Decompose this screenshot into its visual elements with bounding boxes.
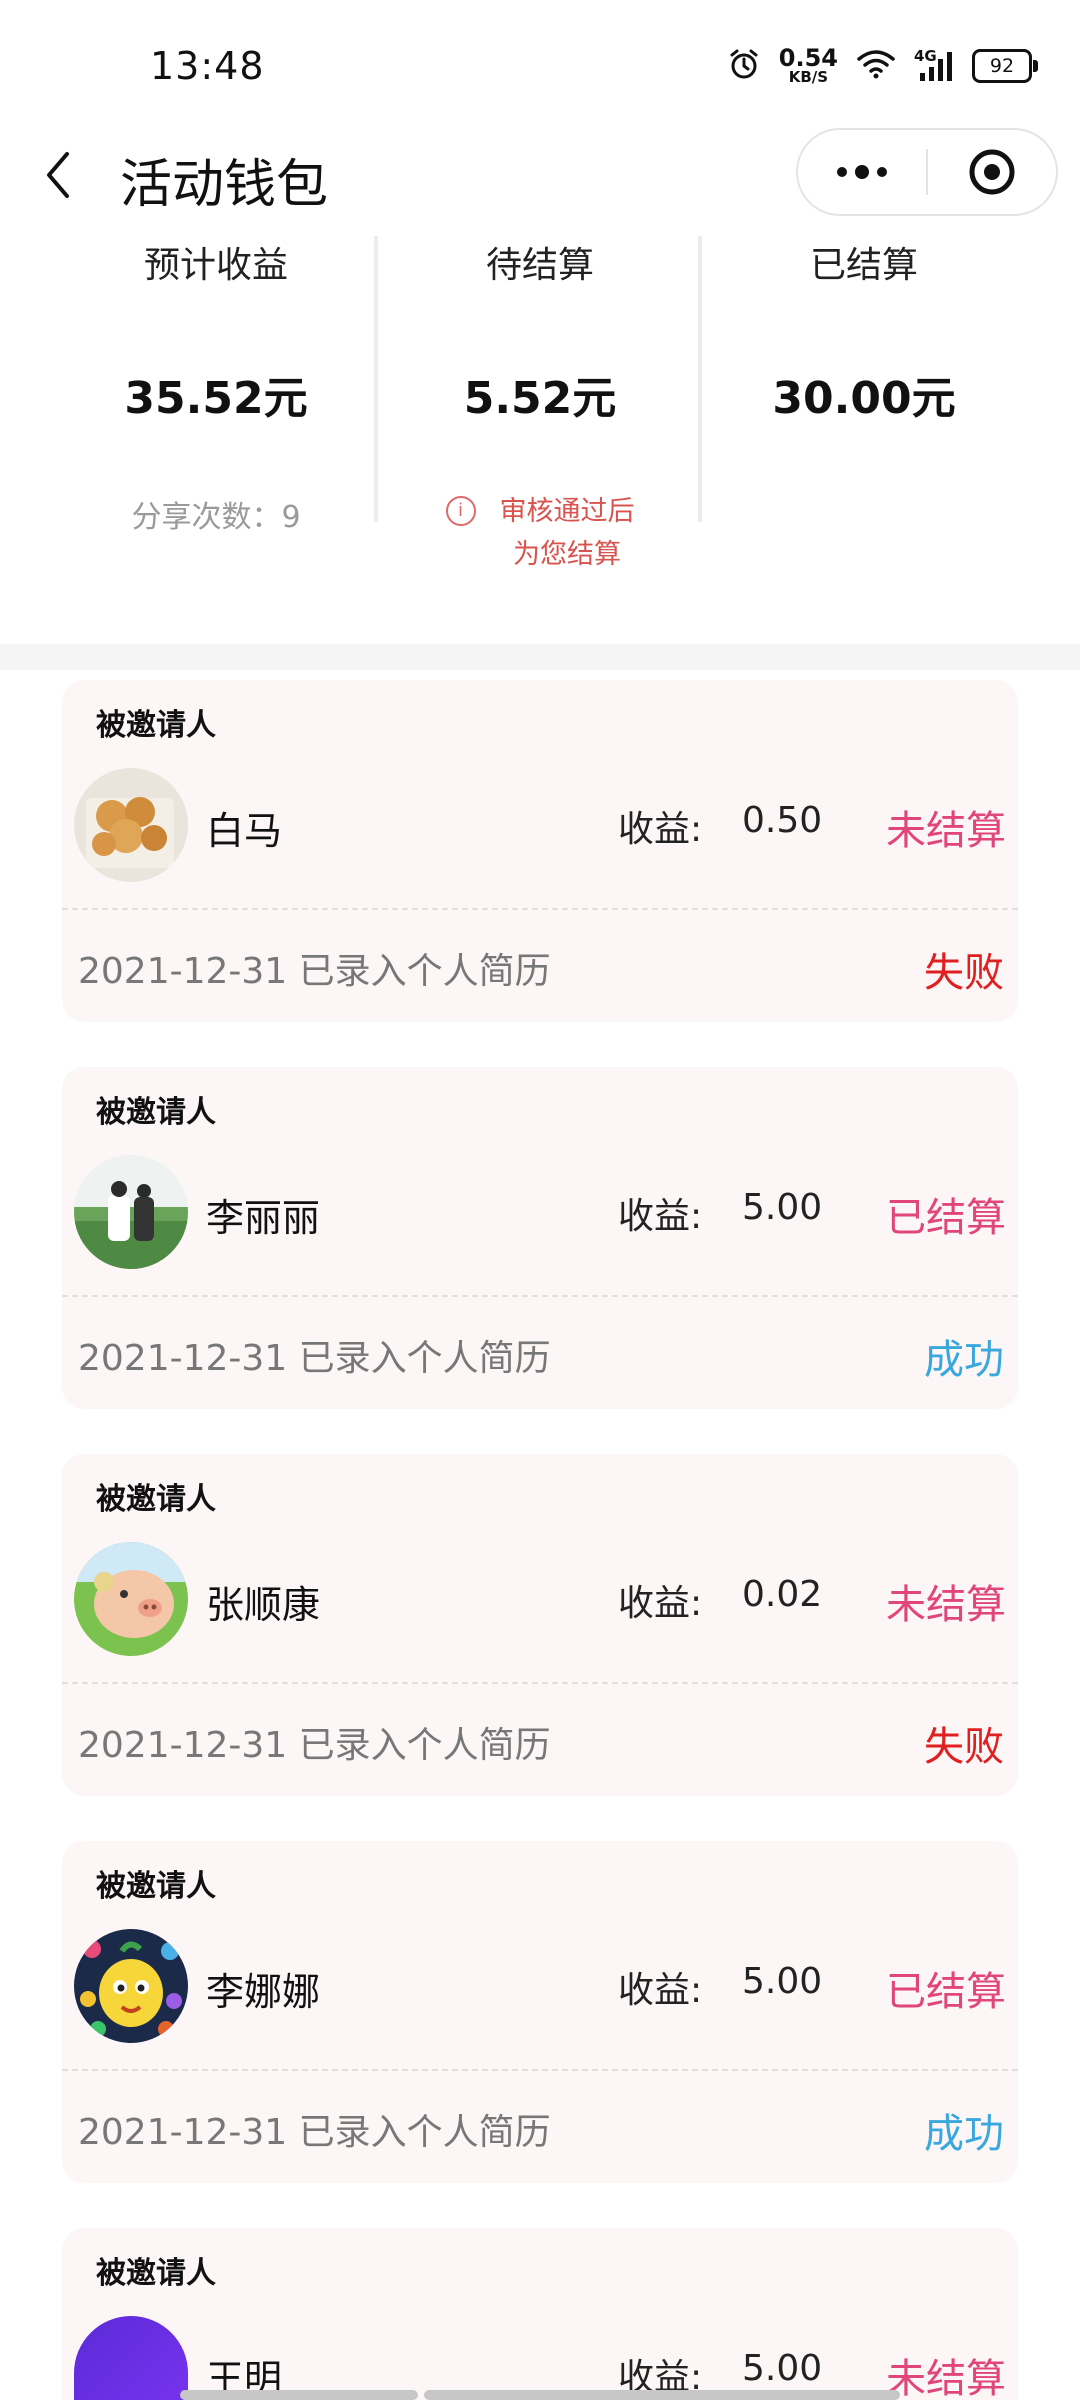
battery-level: 92: [989, 54, 1015, 77]
earnings-summary: 预计收益 35.52元 分享次数：9 待结算 5.52元 i 审核通过后 为您结…: [0, 232, 1080, 664]
settled-earnings: 已结算 30.00元: [704, 232, 1024, 426]
settlement-status: 未结算: [886, 2356, 1006, 2402]
invitee-name: 张顺康: [206, 1583, 321, 1627]
invitee-tag: 被邀请人: [96, 708, 216, 743]
invitee-name: 李娜娜: [206, 1970, 321, 2014]
invitee-tag: 被邀请人: [96, 1869, 216, 1904]
result-status: 成功: [924, 1337, 1004, 1383]
settlement-status: 未结算: [886, 808, 1006, 854]
invitee-tag: 被邀请人: [96, 1482, 216, 1517]
dashed-divider: [62, 2069, 1018, 2071]
more-dots-icon: [837, 165, 887, 179]
record-info: 2021-12-31 已录入个人简历: [78, 951, 551, 992]
pending-note-line2: 为您结算: [513, 539, 621, 570]
result-status: 失败: [924, 1724, 1004, 1770]
invitee-tag: 被邀请人: [96, 2256, 216, 2291]
estimated-value: 35.52元: [124, 373, 308, 424]
settlement-status: 已结算: [886, 1195, 1006, 1241]
invite-card[interactable]: 被邀请人 白马 收益: 0.50 未结算 2021-12-31 已录入个人简历 …: [62, 680, 1018, 1022]
status-icons: 0.54 KB/S 4G 92: [727, 46, 1038, 85]
estimated-earnings: 预计收益 35.52元 分享次数：9: [56, 232, 376, 536]
earnings-value: 5.00: [742, 2348, 823, 2389]
gesture-bar-right: [424, 2390, 900, 2400]
close-mini-program-button[interactable]: [928, 130, 1056, 214]
earnings-value: 5.00: [742, 1187, 823, 1228]
earnings-value: 0.02: [742, 1574, 823, 1615]
invitee-tag: 被邀请人: [96, 1095, 216, 1130]
record-info: 2021-12-31 已录入个人简历: [78, 1725, 551, 1766]
cellular-4g-icon: 4G: [914, 47, 954, 83]
stat-divider: [374, 236, 378, 522]
settlement-status: 未结算: [886, 1582, 1006, 1628]
invite-card[interactable]: 被邀请人 王明 收益: 5.00 未结算: [62, 2228, 1018, 2402]
settled-label: 已结算: [809, 245, 918, 286]
earnings-value: 5.00: [742, 1961, 823, 2002]
back-arrow-icon: [47, 152, 69, 198]
stat-divider: [698, 236, 702, 522]
settlement-status: 已结算: [886, 1969, 1006, 2015]
section-divider: [0, 644, 1080, 670]
share-count: 分享次数：9: [131, 500, 301, 535]
avatar: [74, 1929, 188, 2043]
dashed-divider: [62, 1682, 1018, 1684]
alarm-icon: [727, 47, 761, 85]
battery-icon: 92: [972, 48, 1038, 83]
dashed-divider: [62, 1295, 1018, 1297]
settled-value: 30.00元: [772, 373, 956, 424]
dashed-divider: [62, 908, 1018, 910]
record-info: 2021-12-31 已录入个人简历: [78, 1338, 551, 1379]
nav-header: 活动钱包: [0, 120, 1080, 230]
avatar: [74, 1542, 188, 1656]
invite-card[interactable]: 被邀请人 张顺康 收益: 0.02 未结算 2021-12-31 已录入个人简历…: [62, 1454, 1018, 1796]
net-speed: 0.54 KB/S: [779, 46, 838, 85]
invite-card[interactable]: 被邀请人 李丽丽 收益: 5.00 已结算 2021-12-31 已录入个人简历…: [62, 1067, 1018, 1409]
mini-program-capsule: [796, 128, 1058, 216]
gesture-bar: [180, 2390, 900, 2400]
info-icon: i: [445, 496, 476, 526]
pending-value: 5.52元: [463, 373, 617, 424]
back-button[interactable]: [28, 140, 88, 210]
invitee-name: 白马: [206, 809, 283, 853]
net-speed-value: 0.54: [778, 44, 838, 72]
earnings-label: 收益:: [618, 1196, 703, 1237]
wifi-icon: [856, 49, 896, 83]
avatar: [74, 1155, 188, 1269]
result-status: 成功: [924, 2111, 1004, 2157]
result-status: 失败: [924, 950, 1004, 996]
earnings-value: 0.50: [742, 800, 823, 841]
pending-note-line1: 审核通过后: [499, 496, 635, 527]
pending-settlement: 待结算 5.52元 i 审核通过后 为您结算: [380, 232, 700, 576]
invitee-name: 李丽丽: [206, 1196, 321, 1240]
avatar: [74, 2316, 188, 2400]
status-time: 13:48: [150, 44, 265, 88]
page-title: 活动钱包: [120, 155, 329, 215]
pending-notice: i 审核通过后 为您结算: [380, 490, 700, 576]
mini-program-close-icon: [969, 149, 1015, 195]
earnings-label: 收益:: [618, 1583, 703, 1624]
invite-card[interactable]: 被邀请人 李娜娜 收益: 5.00 已结算 2021-12-31 已录入个人简历…: [62, 1841, 1018, 2183]
status-bar: 13:48 0.54 KB/S 4G 92: [0, 0, 1080, 120]
record-info: 2021-12-31 已录入个人简历: [78, 2112, 551, 2153]
pending-label: 待结算: [485, 245, 594, 286]
avatar: [74, 768, 188, 882]
earnings-label: 收益:: [618, 809, 703, 850]
estimated-label: 预计收益: [143, 245, 288, 286]
more-button[interactable]: [798, 130, 926, 214]
earnings-label: 收益:: [618, 1970, 703, 2011]
gesture-bar-left: [180, 2390, 418, 2400]
net-speed-unit: KB/S: [788, 68, 829, 86]
